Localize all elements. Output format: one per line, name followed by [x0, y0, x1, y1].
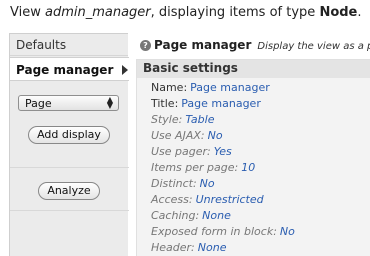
- setting-label: Use AJAX:: [151, 129, 205, 142]
- view-caption: View admin_manager, displaying items of …: [10, 5, 362, 20]
- setting-label: Exposed form in block:: [151, 225, 277, 238]
- tab-page-manager-label: Page manager: [16, 63, 114, 77]
- setting-label: Use pager:: [151, 145, 211, 158]
- setting-name: Name: Page manager: [151, 80, 370, 96]
- setting-label: Distinct:: [151, 177, 197, 190]
- display-type-select[interactable]: Page ▲ ▼: [18, 95, 119, 111]
- display-panel: ? Page manager Display the view as a p Bas…: [128, 33, 370, 256]
- setting-value-link[interactable]: Yes: [214, 145, 232, 158]
- setting-value-link[interactable]: None: [198, 241, 227, 254]
- analyze-button[interactable]: Analyze: [38, 182, 100, 200]
- display-header: ? Page manager Display the view as a p: [128, 33, 370, 55]
- setting-use-ajax: Use AJAX: No: [151, 128, 370, 144]
- sidebar-divider-bottom: [10, 210, 129, 211]
- setting-label: Header:: [151, 241, 195, 254]
- setting-label: Caching:: [151, 209, 200, 222]
- add-display-button[interactable]: Add display: [28, 126, 110, 144]
- setting-label: Access:: [151, 193, 193, 206]
- view-name: admin_manager: [44, 5, 151, 20]
- setting-value-link[interactable]: No: [280, 225, 295, 238]
- sidebar-divider: [10, 167, 129, 168]
- tab-defaults[interactable]: Defaults: [10, 34, 128, 56]
- view-type: Node: [319, 5, 358, 20]
- setting-value-link[interactable]: Page manager: [190, 81, 270, 94]
- display-type-value: Page: [25, 97, 52, 110]
- setting-value-link[interactable]: Unrestricted: [196, 193, 264, 206]
- setting-caching: Caching: None: [151, 208, 370, 224]
- setting-value-link[interactable]: Page manager: [181, 97, 261, 110]
- setting-title: Title: Page manager: [151, 96, 370, 112]
- setting-label: Items per page:: [151, 161, 239, 174]
- setting-header: Header: None: [151, 240, 370, 256]
- setting-label: Title:: [151, 97, 179, 110]
- setting-style: Style: Table: [151, 112, 370, 128]
- setting-value-link[interactable]: None: [202, 209, 231, 222]
- setting-value-link[interactable]: No: [208, 129, 223, 142]
- setting-label: Name:: [151, 81, 188, 94]
- help-icon[interactable]: ?: [140, 40, 151, 51]
- basic-settings-section: Basic settings Name: Page manager Title: P…: [136, 59, 370, 256]
- setting-access: Access: Unrestricted: [151, 192, 370, 208]
- caption-prefix: View: [10, 5, 45, 20]
- section-title: Basic settings: [137, 60, 370, 78]
- tab-page-manager[interactable]: Page manager: [10, 57, 129, 81]
- display-sidebar: Defaults Page manager Page ▲ ▼ Add displa…: [9, 33, 129, 256]
- setting-value-link[interactable]: Table: [185, 113, 214, 126]
- setting-exposed-form: Exposed form in block: No: [151, 224, 370, 240]
- setting-distinct: Distinct: No: [151, 176, 370, 192]
- display-title: Page manager: [154, 38, 252, 52]
- display-description: Display the view as a p: [257, 41, 370, 52]
- caption-middle: , displaying items of type: [150, 5, 320, 20]
- caption-suffix: .: [357, 5, 362, 20]
- setting-value-link[interactable]: No: [200, 177, 215, 190]
- setting-use-pager: Use pager: Yes: [151, 144, 370, 160]
- setting-label: Style:: [151, 113, 183, 126]
- select-updown-icon: ▲ ▼: [106, 95, 113, 110]
- setting-items-per-page: Items per page: 10: [151, 160, 370, 176]
- setting-value-link[interactable]: 10: [241, 161, 255, 174]
